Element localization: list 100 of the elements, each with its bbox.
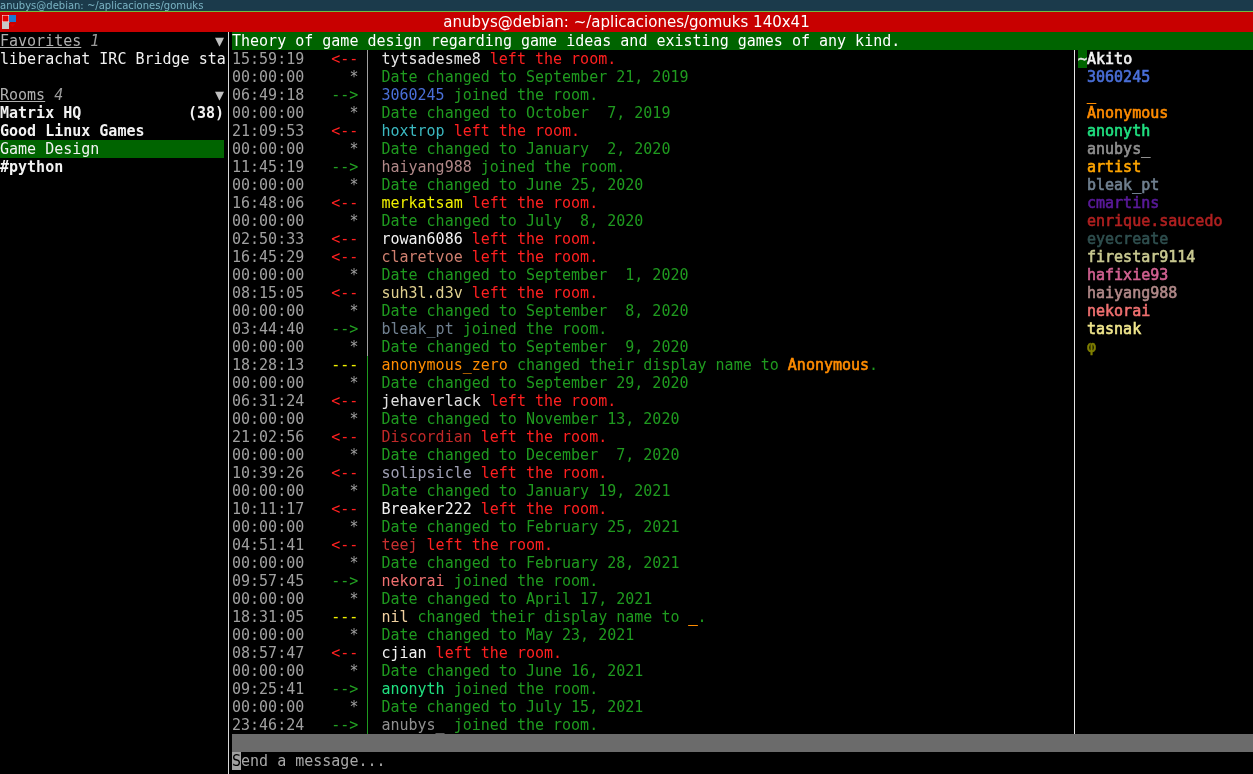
- member-name[interactable]: ~Akito: [1078, 50, 1133, 68]
- timestamp: 00:00:00: [232, 446, 305, 464]
- member-name[interactable]: _: [1087, 86, 1097, 104]
- sender-name[interactable]: cjian: [381, 644, 427, 662]
- member-name[interactable]: 3060245: [1087, 68, 1151, 86]
- collapse-toggle[interactable]: ▼: [214, 86, 224, 104]
- room-item[interactable]: Game Design: [0, 140, 224, 158]
- sender-name[interactable]: hoxtrop: [381, 122, 445, 140]
- sender-name[interactable]: nekorai: [381, 572, 445, 590]
- timestamp: 16:45:29: [232, 248, 305, 266]
- collapse-toggle[interactable]: ▼: [214, 32, 224, 50]
- member-name[interactable]: nekorai: [1087, 302, 1151, 320]
- timestamp: 18:31:05: [232, 608, 305, 626]
- event-marker: *: [349, 338, 359, 356]
- timestamp: 00:00:00: [232, 266, 305, 284]
- event-marker: *: [349, 302, 359, 320]
- member-name[interactable]: anonyth: [1087, 122, 1151, 140]
- member-name[interactable]: anubys_: [1087, 140, 1151, 158]
- event-marker: *: [349, 590, 359, 608]
- sender-name[interactable]: nil: [381, 608, 409, 626]
- timestamp: 06:31:24: [232, 392, 305, 410]
- room-item[interactable]: #python: [0, 158, 224, 176]
- section-count: 4: [54, 86, 64, 104]
- member-name[interactable]: Anonymous: [1087, 104, 1169, 122]
- timestamp: 00:00:00: [232, 302, 305, 320]
- terminal-icon[interactable]: [2, 15, 16, 29]
- timestamp: 00:00:00: [232, 140, 305, 158]
- timestamp: 02:50:33: [232, 230, 305, 248]
- event-text: Date changed to January 19, 2021: [381, 482, 671, 500]
- section-count: 1: [90, 32, 100, 50]
- event-marker: *: [349, 374, 359, 392]
- section-header[interactable]: Rooms: [0, 86, 46, 104]
- event-text: left the room.: [480, 500, 608, 518]
- timestamp: 00:00:00: [232, 662, 305, 680]
- sender-name[interactable]: 3060245: [381, 86, 445, 104]
- timestamp: 09:25:41: [232, 680, 305, 698]
- timestamp: 00:00:00: [232, 518, 305, 536]
- sender-name[interactable]: jehaverlack: [381, 392, 481, 410]
- room-item[interactable]: Matrix HQ (38): [0, 104, 224, 122]
- event-text: Date changed to October 7, 2019: [381, 104, 671, 122]
- member-name[interactable]: firestar9114: [1087, 248, 1196, 266]
- window-title: anubys@debian: ~/aplicaciones/gomuks 140x41: [443, 13, 810, 31]
- event-text: left the room.: [489, 50, 617, 68]
- sender-name[interactable]: haiyang988: [381, 158, 472, 176]
- room-item[interactable]: liberachat IRC Bridge sta: [0, 50, 224, 68]
- section-header[interactable]: Favorites: [0, 32, 82, 50]
- timestamp: 06:49:18: [232, 86, 305, 104]
- event-text: Date changed to April 17, 2021: [381, 590, 653, 608]
- event-marker: *: [349, 626, 359, 644]
- sender-name[interactable]: teej: [381, 536, 418, 554]
- event-text: .: [869, 356, 879, 374]
- timestamp: 00:00:00: [232, 104, 305, 122]
- event-marker: <--: [331, 536, 359, 554]
- event-marker: *: [349, 104, 359, 122]
- event-text: left the room.: [471, 284, 599, 302]
- sender-name[interactable]: bleak_pt: [381, 320, 454, 338]
- timestamp: 21:02:56: [232, 428, 305, 446]
- sender-name[interactable]: Breaker222: [381, 500, 472, 518]
- member-name[interactable]: haiyang988: [1087, 284, 1178, 302]
- timestamp: 10:39:26: [232, 464, 305, 482]
- event-marker: ---: [331, 608, 359, 626]
- sender-name[interactable]: Discordian: [381, 428, 472, 446]
- event-text: joined the room.: [453, 680, 599, 698]
- sender-name[interactable]: anubys_: [381, 716, 445, 734]
- event-marker: -->: [331, 716, 359, 734]
- event-marker: *: [349, 140, 359, 158]
- sender-name[interactable]: anonymous_zero: [381, 356, 508, 374]
- member-name[interactable]: tasnak: [1087, 320, 1142, 338]
- sender-name[interactable]: solipsicle: [381, 464, 472, 482]
- timestamp: 09:57:45: [232, 572, 305, 590]
- sender-name[interactable]: merkatsam: [381, 194, 463, 212]
- event-text: Date changed to June 16, 2021: [381, 662, 644, 680]
- timestamp: 00:00:00: [232, 374, 305, 392]
- event-text: left the room.: [480, 464, 608, 482]
- sender-name[interactable]: tytsadesme8: [381, 50, 481, 68]
- timestamp: 18:28:13: [232, 356, 305, 374]
- timestamp: 00:00:00: [232, 338, 305, 356]
- timestamp: 00:00:00: [232, 212, 305, 230]
- message-field[interactable]: Send a message...: [232, 752, 386, 770]
- member-name[interactable]: hafixie93: [1087, 266, 1169, 284]
- event-marker: *: [349, 176, 359, 194]
- sender-name[interactable]: rowan6086: [381, 230, 463, 248]
- event-text: Date changed to June 25, 2020: [381, 176, 644, 194]
- timestamp: 04:51:41: [232, 536, 305, 554]
- member-name[interactable]: bleak_pt: [1087, 176, 1160, 194]
- event-marker: <--: [331, 500, 359, 518]
- timestamp: 08:15:05: [232, 284, 305, 302]
- member-name[interactable]: φ: [1087, 338, 1097, 356]
- event-marker: <--: [331, 644, 359, 662]
- event-marker: -->: [331, 158, 359, 176]
- sender-name[interactable]: suh3l.d3v: [381, 284, 463, 302]
- timestamp: 00:00:00: [232, 554, 305, 572]
- event-marker: *: [349, 698, 359, 716]
- sender-name[interactable]: claretvoe: [381, 248, 463, 266]
- member-name[interactable]: artist: [1087, 158, 1142, 176]
- event-text: Date changed to September 21, 2019: [381, 68, 689, 86]
- event-marker: *: [349, 518, 359, 536]
- event-marker: *: [349, 266, 359, 284]
- room-item[interactable]: Good Linux Games: [0, 122, 224, 140]
- sender-name[interactable]: anonyth: [381, 680, 445, 698]
